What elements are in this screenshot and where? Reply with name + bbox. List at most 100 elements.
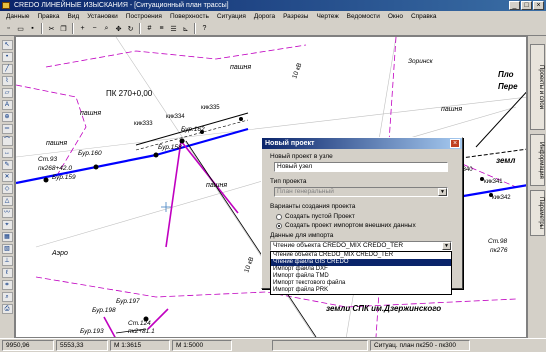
radio-empty[interactable] (276, 213, 282, 220)
dialog-close-icon[interactable]: × (450, 139, 460, 148)
zoom-out-icon[interactable]: − (89, 23, 100, 34)
project-type-select[interactable]: План генеральный ▼ (274, 187, 448, 197)
import-option[interactable]: Импорт файла DXF (271, 266, 451, 273)
menu-settings[interactable]: Установки (83, 13, 122, 20)
menu-data[interactable]: Данные (2, 13, 33, 20)
menu-help[interactable]: Справка (407, 13, 441, 20)
open-icon[interactable]: ▭ (15, 23, 26, 34)
print-tool-icon[interactable]: ⎙ (1, 304, 13, 314)
line-tool-icon[interactable]: ╱ (1, 64, 13, 74)
zoom-in-icon[interactable]: + (77, 23, 88, 34)
select-tool-icon[interactable]: ↖ (1, 40, 13, 50)
tab-projects-layers[interactable]: Проекты и слои (530, 44, 545, 130)
point-tool-icon[interactable]: • (1, 52, 13, 62)
main-toolbar: ▫ ▭ ▪ ✂ ❐ + − ⌕ ✥ ↻ # ≡ ☰ ⊾ ? (0, 22, 546, 36)
dimension-tool-icon[interactable]: ↔ (1, 148, 13, 158)
situation-plan-name: Ситуац. план пк250 - пк300 (370, 340, 470, 351)
snap-tool-icon[interactable]: ⌗ (1, 280, 13, 290)
pan-icon[interactable]: ✥ (113, 23, 124, 34)
map-label: Бур.158 (158, 144, 182, 151)
map-canvas[interactable]: ПК 270+0,00 пашня пашня пашня пашня пашн… (15, 36, 527, 338)
maximize-button[interactable]: □ (521, 1, 532, 10)
import-source-combo[interactable]: Чтение объекта CREDO_MIX CREDO_TER ▼ (270, 241, 452, 251)
refresh-icon[interactable]: ↻ (125, 23, 136, 34)
map-label: ПК 270+0,00 (106, 89, 153, 98)
scale-drawing: М 1:5000 (172, 340, 232, 351)
map-label: кик333 (134, 121, 153, 127)
cut-icon[interactable]: ✂ (46, 23, 57, 34)
import-option[interactable]: Импорт текстового файла (271, 280, 451, 287)
menu-surface[interactable]: Поверхность (166, 13, 213, 20)
properties-icon[interactable]: ☰ (168, 23, 179, 34)
node-tool-icon[interactable]: ◇ (1, 184, 13, 194)
type-label: Тип проекта (270, 178, 307, 185)
menu-view[interactable]: Вид (63, 13, 83, 20)
hatch-tool-icon[interactable]: ▧ (1, 244, 13, 254)
save-icon[interactable]: ▪ (27, 23, 38, 34)
menu-window[interactable]: Окно (384, 13, 407, 20)
import-option[interactable]: Чтение объекта CREDO_MIX CREDO_TER (271, 252, 451, 259)
map-label: пк268+42.0 (38, 165, 72, 172)
chevron-down-icon[interactable]: ▼ (438, 188, 447, 196)
map-label: пк2+81.1 (128, 328, 155, 335)
radio-empty-label: Создать пустой Проект (285, 213, 355, 220)
map-label: пашня (80, 110, 101, 117)
layers-icon[interactable]: ≡ (156, 23, 167, 34)
radio-empty-row[interactable]: Создать пустой Проект (276, 212, 454, 221)
menu-road[interactable]: Дорога (250, 13, 279, 20)
close-button[interactable]: × (533, 1, 544, 10)
new-icon[interactable]: ▫ (3, 23, 14, 34)
grid-icon[interactable]: # (144, 23, 155, 34)
window-titlebar: CREDO ЛИНЕЙНЫЕ ИЗЫСКАНИЯ - [Ситуационный… (0, 0, 546, 11)
menu-drawing[interactable]: Чертеж (312, 13, 342, 20)
label-tool-icon[interactable]: ℓ (1, 268, 13, 278)
road-tool-icon[interactable]: ═ (1, 124, 13, 134)
app-icon (2, 2, 10, 9)
edit-tool-icon[interactable]: ✎ (1, 160, 13, 170)
copy-icon[interactable]: ❐ (58, 23, 69, 34)
help-icon[interactable]: ? (199, 23, 210, 34)
import-option-selected[interactable]: Чтение файла GIS CREDO (271, 259, 451, 266)
radio-import-row[interactable]: Создать проект импортом внешних данных (276, 221, 454, 230)
minimize-button[interactable]: _ (509, 1, 520, 10)
polyline-tool-icon[interactable]: ⌇ (1, 76, 13, 86)
tab-information[interactable]: Информация (530, 134, 545, 186)
zoom-window-icon[interactable]: ⌕ (101, 23, 112, 34)
table-tool-icon[interactable]: ▦ (1, 232, 13, 242)
menubar: Данные Правка Вид Установки Построения П… (0, 11, 546, 22)
import-option[interactable]: Импорт файла TMD (271, 273, 451, 280)
menu-situation[interactable]: Ситуация (213, 13, 250, 20)
delete-tool-icon[interactable]: ✕ (1, 172, 13, 182)
cross-section-tool-icon[interactable]: ⊥ (1, 256, 13, 266)
menu-constructions[interactable]: Построения (122, 13, 166, 20)
menu-sections[interactable]: Разрезы (279, 13, 312, 20)
toolbar-separator (72, 23, 74, 34)
map-label: Бур.193 (80, 328, 104, 335)
surface-tool-icon[interactable]: △ (1, 196, 13, 206)
map-label: Бур.160 (78, 150, 102, 157)
menu-edit[interactable]: Правка (33, 13, 63, 20)
toolbar-separator (139, 23, 141, 34)
text-tool-icon[interactable]: A (1, 100, 13, 110)
tab-parameters[interactable]: Параметры (530, 190, 545, 236)
import-option[interactable]: Импорт файла PRK (271, 287, 451, 294)
map-label: Бур.159 (52, 174, 76, 181)
map-label: пашня (206, 182, 227, 189)
node-input[interactable]: Новый узел (274, 162, 448, 172)
map-label: кик342 (492, 195, 511, 201)
statusbar: 9950,96 5553,33 М 1:3615 М 1:5000 Ситуац… (0, 338, 546, 352)
menu-reports[interactable]: Ведомости (343, 13, 384, 20)
survey-tool-icon[interactable]: ⌖ (1, 220, 13, 230)
coord-y: 5553,33 (56, 340, 108, 351)
area-tool-icon[interactable]: ▱ (1, 88, 13, 98)
measure-icon[interactable]: ⊾ (180, 23, 191, 34)
chevron-down-icon[interactable]: ▼ (442, 242, 451, 250)
profile-tool-icon[interactable]: ⌒ (1, 136, 13, 146)
toolbar-separator (41, 23, 43, 34)
map-label: Пло (498, 70, 514, 79)
symbol-tool-icon[interactable]: ⊕ (1, 112, 13, 122)
radio-import[interactable] (276, 222, 282, 229)
map-label: Ст.93 (38, 156, 57, 163)
contour-tool-icon[interactable]: 〰 (1, 208, 13, 218)
zoom-tool-icon[interactable]: ⌕ (1, 292, 13, 302)
